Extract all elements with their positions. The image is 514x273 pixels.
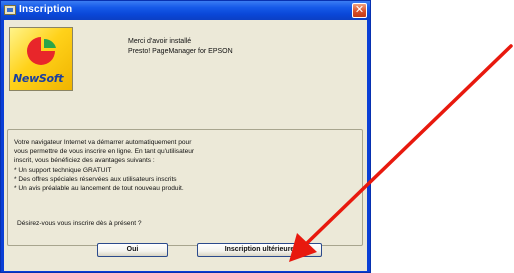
yes-button[interactable]: Oui bbox=[97, 243, 168, 257]
app-icon bbox=[4, 5, 16, 15]
title-bar[interactable]: Inscription ✕ bbox=[1, 1, 370, 20]
close-icon: ✕ bbox=[354, 4, 365, 16]
register-question: Désirez-vous vous inscrire dès à présent… bbox=[17, 220, 142, 227]
registration-message: Votre navigateur Internet va démarrer au… bbox=[14, 138, 194, 193]
registration-info-group: Votre navigateur Internet va démarrer au… bbox=[7, 129, 363, 246]
benefit-item: * Des offres spéciales réservées aux uti… bbox=[14, 175, 177, 183]
benefit-item: * Un support technique GRATUIT bbox=[14, 166, 112, 174]
thanks-line-1: Merci d'avoir installé bbox=[128, 38, 192, 45]
newsoft-mark-icon bbox=[27, 37, 56, 65]
close-button[interactable]: ✕ bbox=[352, 3, 367, 18]
newsoft-logo: NewSoft bbox=[9, 27, 73, 91]
message-line: Votre navigateur Internet va démarrer au… bbox=[14, 139, 192, 146]
dialog-body: NewSoft Merci d'avoir installé Presto! P… bbox=[4, 20, 367, 271]
screenshot: Inscription ✕ NewSoft Merci d'avoir inst… bbox=[0, 0, 514, 273]
register-later-button[interactable]: Inscription ultérieure bbox=[197, 243, 322, 257]
benefit-item: * Un avis préalable au lancement de tout… bbox=[14, 185, 184, 193]
message-line: vous permettre de vous inscrire en ligne… bbox=[14, 148, 195, 156]
inscription-dialog: Inscription ✕ NewSoft Merci d'avoir inst… bbox=[0, 0, 371, 273]
logo-wordmark: NewSoft bbox=[13, 72, 64, 85]
window-title: Inscription bbox=[19, 4, 73, 15]
message-line: inscrit, vous bénéficiez des avantages s… bbox=[14, 157, 155, 165]
thanks-message: Merci d'avoir installé Presto! PageManag… bbox=[128, 37, 233, 57]
thanks-line-2: Presto! PageManager for EPSON bbox=[128, 48, 233, 55]
